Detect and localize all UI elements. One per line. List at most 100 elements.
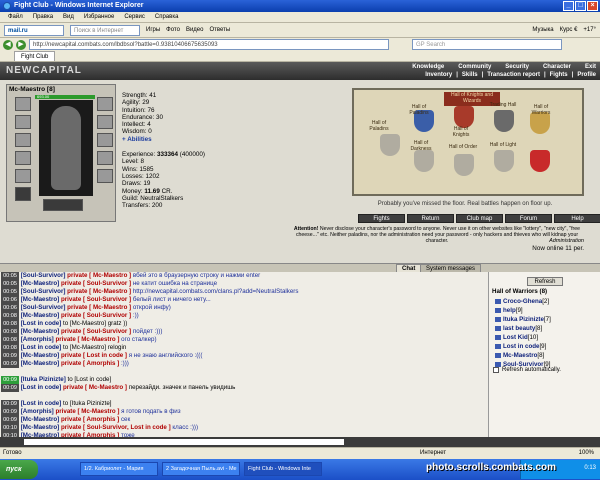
chat-sender[interactable]: [Amorphis] <box>21 408 54 415</box>
user-row[interactable]: Lost in code[9] <box>495 342 551 351</box>
chat-private-target[interactable]: private [ Mc-Maestro ] <box>55 336 119 343</box>
chat-private-target[interactable]: private [ Mc-Maestro ] <box>67 288 131 295</box>
chat-sender[interactable]: [Lost in code] <box>21 400 62 407</box>
chat-sender[interactable]: [Amorphis] <box>21 336 54 343</box>
chat-timestamp[interactable]: 00:08 <box>1 312 19 320</box>
nav-character[interactable]: Character <box>543 64 571 70</box>
zoom-level[interactable]: 100% <box>579 448 594 459</box>
chat-sender[interactable]: [Lost in code] <box>21 384 62 391</box>
chat-sender[interactable]: [Mc-Maestro] <box>21 352 60 359</box>
user-row[interactable]: Mc-Maestro[8] <box>495 351 551 360</box>
chat-timestamp[interactable]: 00:05 <box>1 280 19 288</box>
chat-timestamp[interactable]: 00:08 <box>1 328 19 336</box>
forward-button[interactable]: ▶ <box>16 39 26 50</box>
abilities-link[interactable]: + Abilities <box>122 136 205 143</box>
shield-icon[interactable] <box>494 150 514 172</box>
user-row[interactable]: Croco-Ghena[2] <box>495 297 551 306</box>
user-name[interactable]: Ituka Pizinizte <box>503 316 544 323</box>
auto-refresh-toggle[interactable]: Refresh automatically. <box>493 367 561 373</box>
chat-sender[interactable]: [Mc-Maestro] <box>21 312 60 319</box>
chat-timestamp[interactable]: 00:09 <box>1 400 19 408</box>
toolbar-currency[interactable]: Курс € <box>560 27 578 33</box>
toolbar-video[interactable]: Видео <box>186 27 204 33</box>
shield-slot[interactable] <box>97 133 113 147</box>
chat-sender[interactable]: [Mc-Maestro] <box>21 360 60 367</box>
subnav-skills[interactable]: Skills <box>462 72 478 78</box>
club-map-button[interactable]: Club map <box>456 214 503 223</box>
close-button[interactable]: × <box>587 1 598 11</box>
browser-search-input[interactable]: GP Search <box>412 39 562 50</box>
nav-exit[interactable]: Exit <box>585 64 596 70</box>
rings-row[interactable] <box>43 199 83 211</box>
menu-tools[interactable]: Сервис <box>124 14 145 20</box>
chat-private-target[interactable]: private [ Soul-Survivor ] <box>61 312 131 319</box>
nav-knowledge[interactable]: Knowledge <box>412 64 444 70</box>
toolbar-games[interactable]: Игры <box>146 27 160 33</box>
chat-timestamp[interactable]: 00:08 <box>1 336 19 344</box>
shield-icon[interactable] <box>414 150 434 172</box>
chat-timestamp[interactable]: 00:05 <box>1 288 19 296</box>
fights-button[interactable]: Fights <box>358 214 405 223</box>
chat-sender[interactable]: [Mc-Maestro] <box>21 416 60 423</box>
chat-private-target[interactable]: private [ Amorphis ] <box>61 416 119 423</box>
menu-view[interactable]: Вид <box>63 14 74 20</box>
nav-security[interactable]: Security <box>505 64 529 70</box>
chat-sender[interactable]: [Ituka Pizinizte] <box>21 376 66 383</box>
mailru-logo[interactable]: mail.ru <box>4 24 64 36</box>
chat-sender[interactable]: [Mc-Maestro] <box>21 296 60 303</box>
chat-private-target[interactable]: private [ Lost in code ] <box>61 352 127 359</box>
shield-icon[interactable] <box>454 154 474 176</box>
chat-timestamp[interactable]: 00:08 <box>1 344 19 352</box>
legs-slot[interactable] <box>97 151 113 165</box>
minimize-button[interactable]: _ <box>563 1 574 11</box>
url-input[interactable]: http://newcapital.combats.com/lbdbsol?ba… <box>29 39 389 50</box>
nav-community[interactable]: Community <box>458 64 491 70</box>
task-item[interactable]: 2 Загадочная Пыль.avi - Me <box>162 462 240 476</box>
shield-icon[interactable] <box>530 150 550 172</box>
subnav-inventory[interactable]: Inventory <box>425 72 452 78</box>
back-button[interactable]: ◀ <box>3 39 13 50</box>
chat-private-target[interactable]: private [ Mc-Maestro ] <box>63 384 127 391</box>
tab-fight-club[interactable]: Fight Club <box>14 51 56 61</box>
subnav-fights[interactable]: Fights <box>550 72 568 78</box>
chat-private-target[interactable]: private [ Amorphis ] <box>61 360 119 367</box>
menu-edit[interactable]: Правка <box>33 14 53 20</box>
amulet-slot[interactable] <box>15 115 31 129</box>
user-name[interactable]: Croco-Ghena <box>503 298 542 305</box>
chat-sender[interactable]: [Mc-Maestro] <box>21 328 60 335</box>
chat-timestamp[interactable]: 00:10 <box>1 424 19 432</box>
helmet-slot[interactable] <box>15 97 31 111</box>
refresh-button[interactable]: Refresh <box>527 277 563 286</box>
return-button[interactable]: Return <box>407 214 454 223</box>
toolbar-answers[interactable]: Ответы <box>209 27 230 33</box>
toolbar-music[interactable]: Музыка <box>532 27 553 33</box>
chat-timestamp[interactable]: 00:09 <box>1 376 19 384</box>
task-item[interactable]: Fight Club - Windows Inte <box>244 462 322 476</box>
user-name[interactable]: Lost Kid <box>503 334 528 341</box>
chat-timestamp[interactable]: 00:08 <box>1 320 19 328</box>
character-name[interactable]: Mc-Maestro [8] <box>9 86 55 93</box>
chat-private-target[interactable]: private [ Soul-Survivor ] <box>61 328 131 335</box>
weapon-slot[interactable] <box>15 133 31 147</box>
chat-sender[interactable]: [Soul-Survivor] <box>21 304 66 311</box>
chat-timestamp[interactable]: 00:09 <box>1 408 19 416</box>
menu-help[interactable]: Справка <box>155 14 179 20</box>
chat-timestamp[interactable]: 00:05 <box>1 272 19 280</box>
subnav-profile[interactable]: Profile <box>577 72 596 78</box>
shield-icon[interactable] <box>494 110 514 132</box>
help-button[interactable]: Help <box>554 214 600 223</box>
chat-timestamp[interactable]: 00:06 <box>1 304 19 312</box>
chat-sender[interactable]: [Soul-Survivor] <box>21 272 66 279</box>
maximize-button[interactable]: □ <box>575 1 586 11</box>
chat-timestamp[interactable]: 00:06 <box>1 296 19 304</box>
user-row[interactable]: Ituka Pizinizte[7] <box>495 315 551 324</box>
chat-sender[interactable]: [Mc-Maestro] <box>21 424 60 431</box>
user-name[interactable]: last beauty <box>503 325 535 332</box>
user-row[interactable]: Lost Kid[10] <box>495 333 551 342</box>
boots-slot[interactable] <box>97 169 113 183</box>
chat-timestamp[interactable]: 00:09 <box>1 360 19 368</box>
chat-timestamp[interactable]: 00:09 <box>1 384 19 392</box>
chat-sender[interactable]: [Soul-Survivor] <box>21 288 66 295</box>
armor-slot[interactable] <box>15 151 31 165</box>
start-button[interactable]: пуск <box>0 460 38 479</box>
